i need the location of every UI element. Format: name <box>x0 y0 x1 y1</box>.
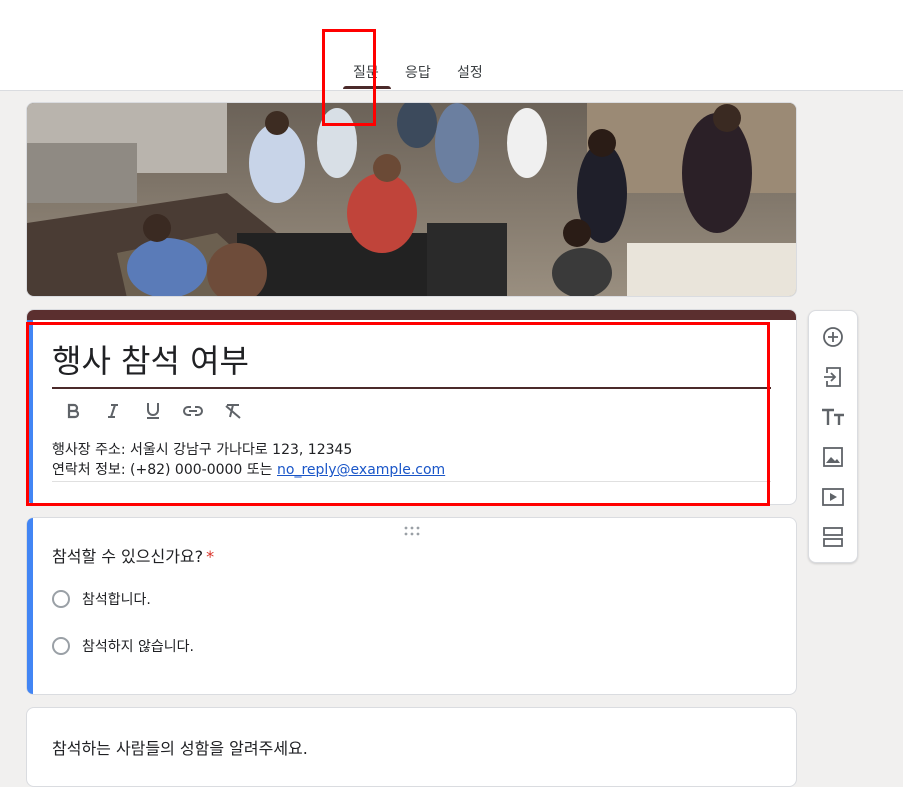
add-question-icon[interactable] <box>821 325 845 349</box>
active-tab-indicator <box>343 86 391 89</box>
add-title-icon[interactable] <box>821 405 845 429</box>
party-photo-image <box>27 103 796 296</box>
tab-responses[interactable]: 응답 <box>405 62 431 82</box>
form-title[interactable]: 행사 참석 여부 <box>52 336 249 382</box>
form-description[interactable]: 행사장 주소: 서울시 강남구 가나다로 123, 12345 연락처 정보: … <box>52 440 445 480</box>
active-card-indicator <box>27 320 33 504</box>
format-toolbar <box>62 400 244 422</box>
tab-questions[interactable]: 질문 <box>353 62 379 82</box>
floating-toolbar <box>808 310 858 563</box>
top-bar: 질문 응답 설정 <box>0 0 903 91</box>
radio-button[interactable] <box>52 637 70 655</box>
contact-prefix: 연락처 정보: (+82) 000-0000 또는 <box>52 462 277 478</box>
description-underline <box>52 481 771 482</box>
option-attend[interactable]: 참석합니다. <box>52 589 151 609</box>
question-card[interactable]: 참석하는 사람들의 성함을 알려주세요. <box>26 707 797 787</box>
option-not-attend[interactable]: 참석하지 않습니다. <box>52 636 194 656</box>
add-section-icon[interactable] <box>821 525 845 549</box>
description-address: 행사장 주소: 서울시 강남구 가나다로 123, 12345 <box>52 442 353 458</box>
add-image-icon[interactable] <box>821 445 845 469</box>
bold-icon[interactable] <box>62 400 84 422</box>
form-title-card: 행사 참석 여부 행사장 주소: 서울시 강남구 가나다로 123, 12345… <box>26 309 797 505</box>
description-contact: 연락처 정보: (+82) 000-0000 또는 no_reply@examp… <box>52 460 445 480</box>
required-mark: * <box>206 547 215 566</box>
question-title: 참석할 수 있으신가요? * <box>52 543 214 567</box>
question-text: 참석할 수 있으신가요? <box>52 547 204 566</box>
email-link[interactable]: no_reply@example.com <box>277 462 445 478</box>
question-card[interactable]: 참석할 수 있으신가요? * 참석합니다. 참석하지 않습니다. <box>26 517 797 695</box>
header-image <box>26 102 797 297</box>
question-title: 참석하는 사람들의 성함을 알려주세요. <box>52 739 308 758</box>
option-label: 참석합니다. <box>82 592 151 608</box>
radio-button[interactable] <box>52 590 70 608</box>
import-questions-icon[interactable] <box>821 365 845 389</box>
link-icon[interactable] <box>182 400 204 422</box>
clear-format-icon[interactable] <box>222 400 244 422</box>
add-video-icon[interactable] <box>821 485 845 509</box>
tab-settings[interactable]: 설정 <box>457 62 483 82</box>
title-underline <box>52 387 771 389</box>
theme-stripe <box>27 310 796 320</box>
active-card-indicator <box>27 518 33 694</box>
italic-icon[interactable] <box>102 400 124 422</box>
option-label: 참석하지 않습니다. <box>82 639 194 655</box>
drag-handle-icon[interactable] <box>403 526 421 536</box>
underline-icon[interactable] <box>142 400 164 422</box>
